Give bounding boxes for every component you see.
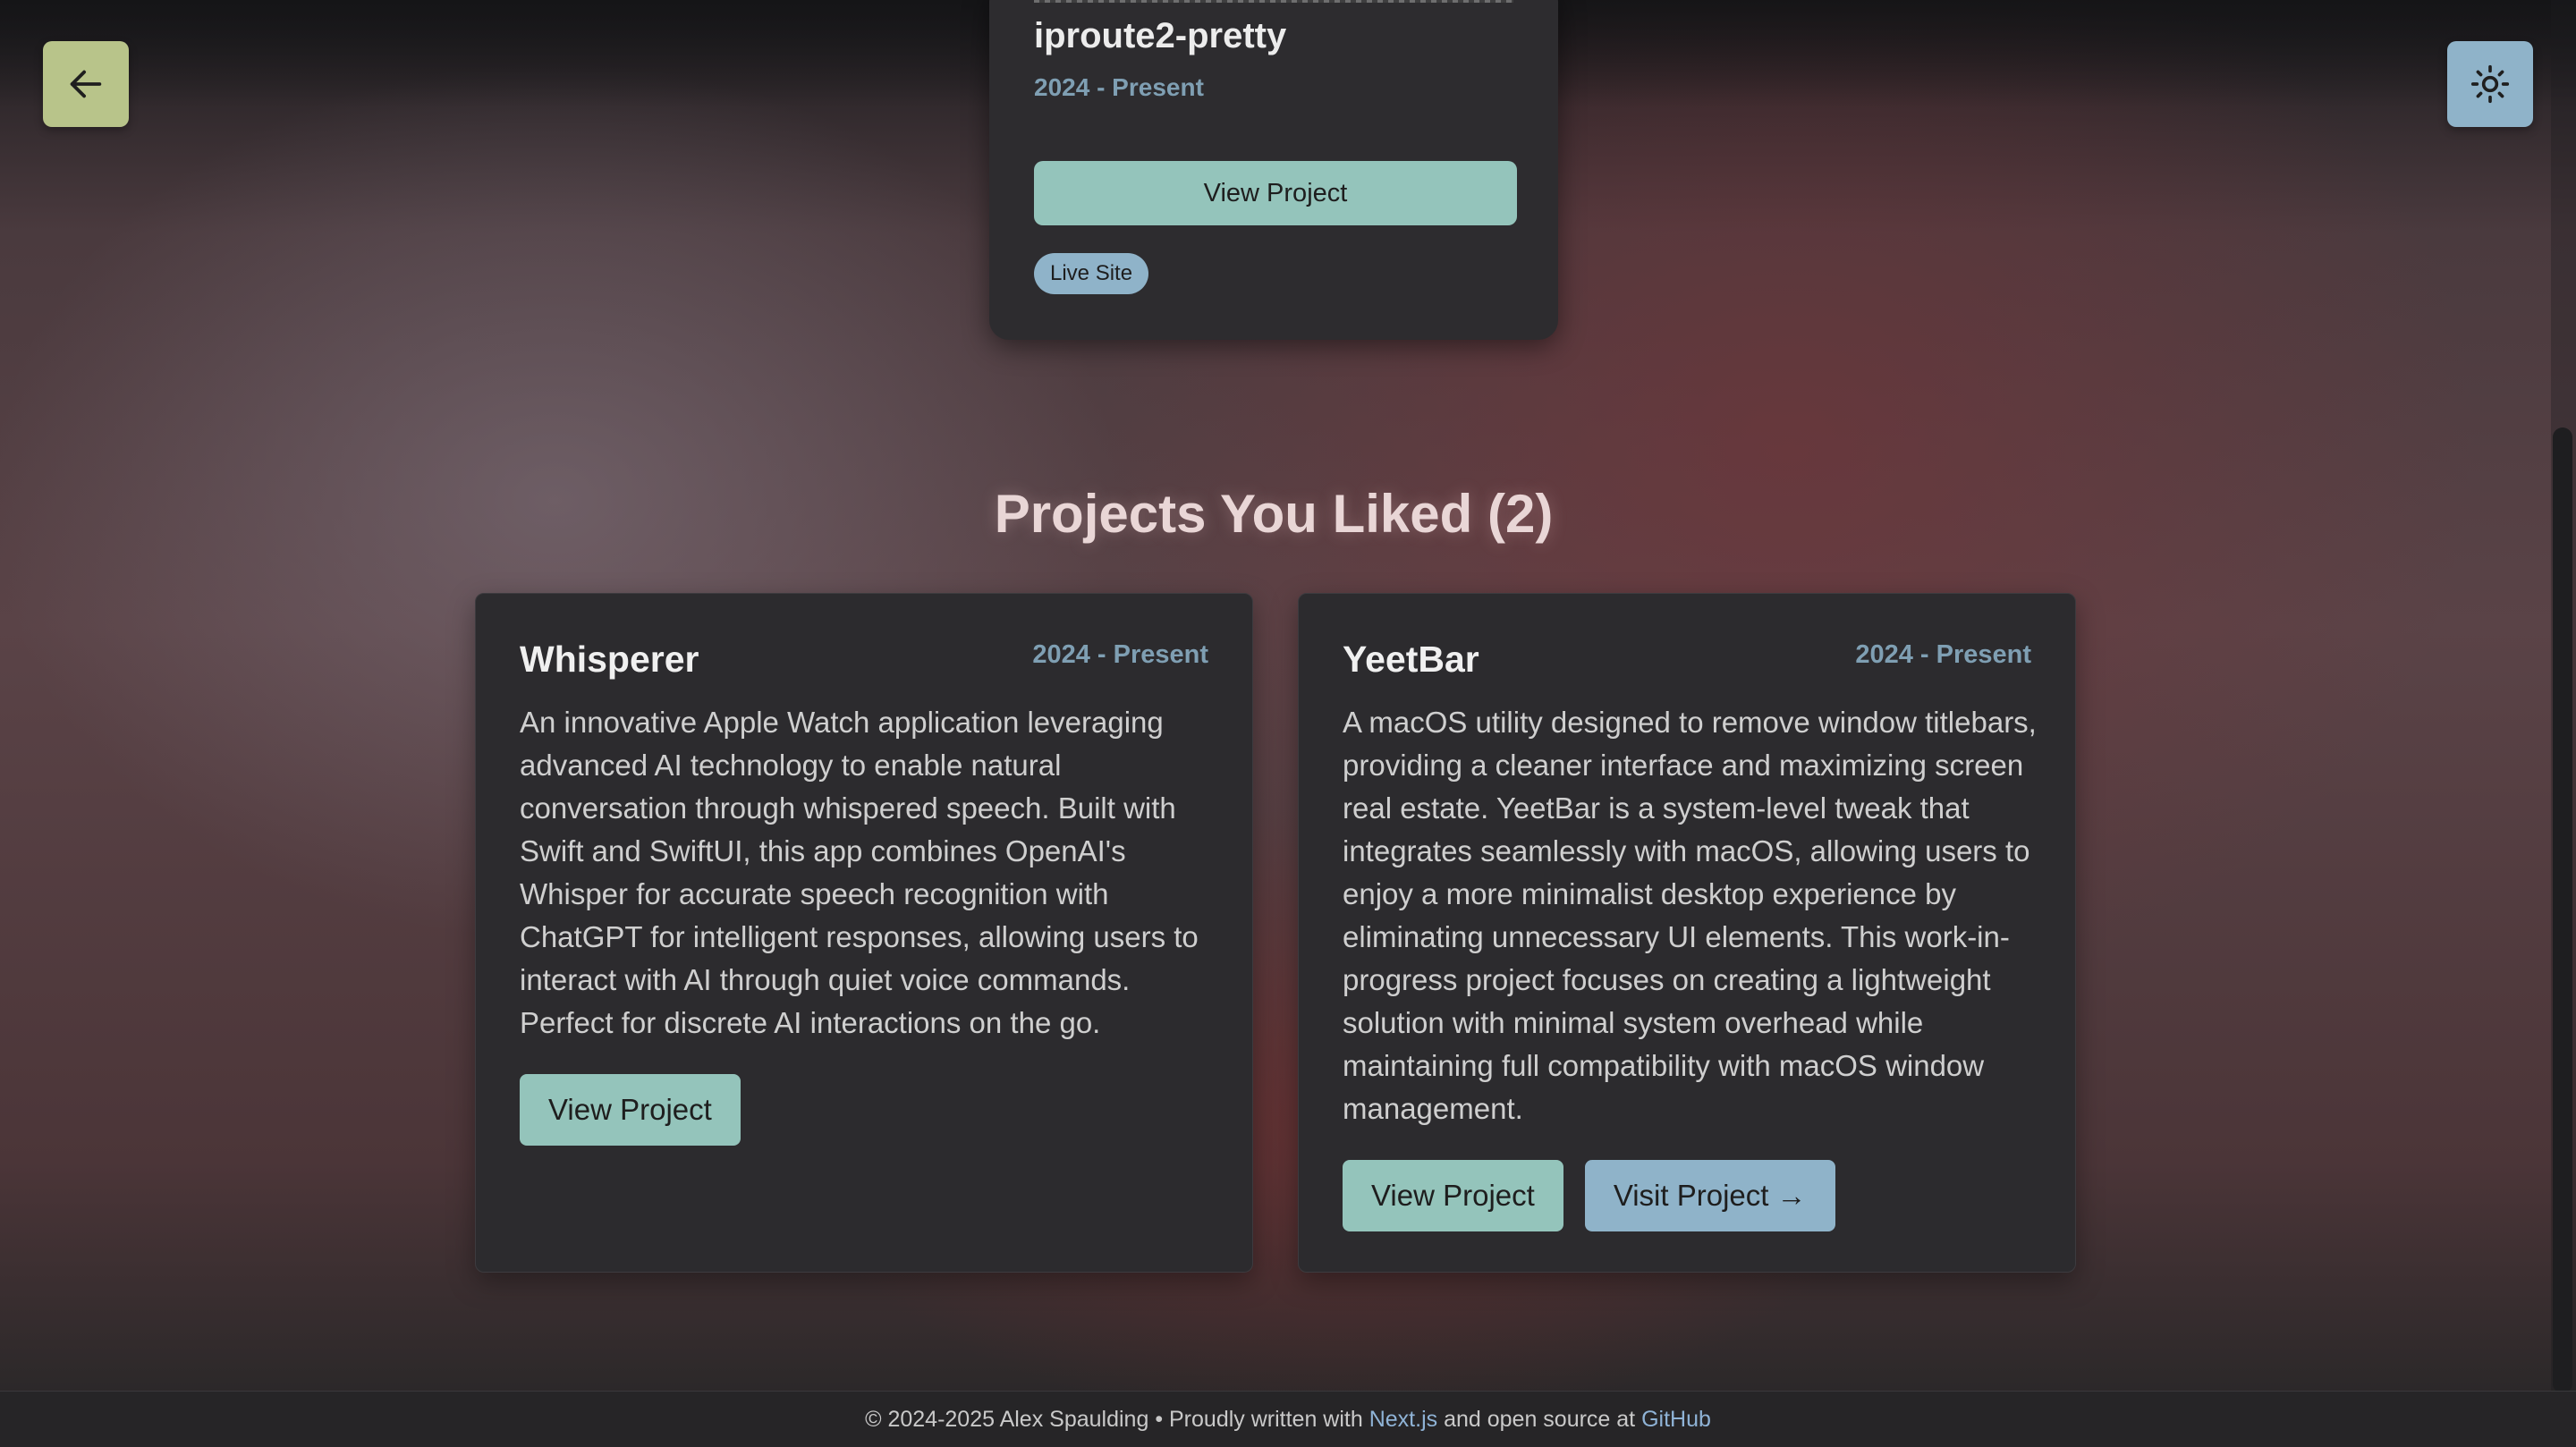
visit-project-button[interactable]: Visit Project → [1584,1160,1835,1231]
project-description: An innovative Apple Watch application le… [520,706,1199,1039]
live-site-badge[interactable]: Live Site [1034,253,1149,294]
github-link[interactable]: GitHub [1641,1407,1711,1433]
liked-projects-heading: Projects You Liked (2) [994,484,1554,544]
project-actions: View Project Visit Project → [1343,1160,1835,1231]
scrollbar-thumb[interactable] [2553,427,2572,1393]
project-title: iproute2-pretty [1034,16,1287,55]
view-project-button[interactable]: View Project [1343,1160,1563,1231]
project-date: 2024 - Present [1855,640,2031,669]
project-card-iproute2: iproute2-pretty 2024 - Present View Proj… [989,0,1558,340]
back-button[interactable] [43,41,129,127]
project-actions: View Project [520,1074,741,1146]
project-title: YeetBar [1343,639,1479,680]
project-description: A macOS utility designed to remove windo… [1343,706,2037,1125]
sun-icon [2470,64,2510,104]
project-card-yeetbar: YeetBar 2024 - Present A macOS utility d… [1298,593,2076,1273]
nextjs-link[interactable]: Next.js [1369,1407,1437,1433]
project-thumbnail-edge [1034,0,1513,3]
view-project-button[interactable]: View Project [1034,161,1517,225]
project-title: Whisperer [520,639,699,680]
footer-copyright: © 2024-2025 Alex Spaulding • Proudly wri… [865,1406,1369,1432]
footer-text-middle: and open source at [1437,1406,1642,1432]
view-project-button[interactable]: View Project [520,1074,741,1146]
project-date: 2024 - Present [1032,640,1208,669]
footer: © 2024-2025 Alex Spaulding • Proudly wri… [0,1391,2576,1447]
arrow-left-icon [70,70,102,98]
project-card-whisperer: Whisperer 2024 - Present An innovative A… [475,593,1253,1273]
theme-toggle-button[interactable] [2447,41,2533,127]
project-date: 2024 - Present [1034,73,1204,101]
